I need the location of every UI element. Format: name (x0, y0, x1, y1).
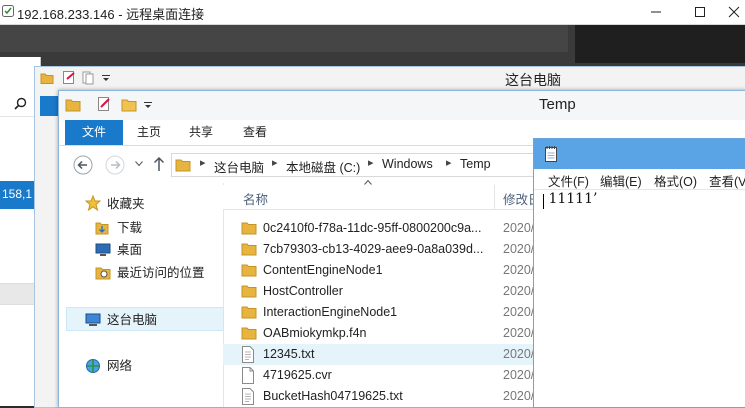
column-name-header[interactable]: 名称 (243, 189, 268, 208)
folder-icon (241, 327, 257, 340)
file-date: 2020/ (503, 326, 535, 340)
folder-icon (65, 99, 81, 112)
desktop-icon (95, 243, 111, 256)
nav-favorites[interactable]: 收藏夹 (107, 194, 145, 214)
tab-home[interactable]: 主页 (129, 120, 169, 145)
notepad-menubar: 文件(F) 编辑(E) 格式(O) 查看(V (534, 169, 745, 190)
recent-places-icon (95, 267, 111, 280)
menu-edit[interactable]: 编辑(E) (600, 171, 642, 190)
search-icon[interactable] (14, 97, 27, 110)
rdp-titlebar: 192.168.233.146 - 远程桌面连接 (0, 0, 745, 25)
nav-recent-places[interactable]: 最近访问的位置 (117, 263, 205, 283)
breadcrumb-separator-icon[interactable]: ▸ (272, 156, 278, 169)
new-folder-icon[interactable] (121, 97, 137, 113)
properties-icon[interactable] (62, 70, 76, 85)
menu-file[interactable]: 文件(F) (548, 171, 589, 190)
text-file-icon (242, 388, 254, 405)
file-name: ContentEngineNode1 (263, 263, 383, 277)
folder-icon (241, 264, 257, 277)
notepad-icon (545, 146, 557, 162)
file-date: 2020/ (503, 368, 535, 382)
rdp-window-title: 192.168.233.146 - 远程桌面连接 (17, 7, 205, 22)
folder-icon (241, 306, 257, 319)
sort-arrow-icon (364, 180, 372, 185)
downloads-icon (95, 222, 109, 235)
background-row-text: 158,1 (2, 187, 33, 201)
nav-this-pc[interactable]: 这台电脑 (107, 310, 157, 330)
tab-file[interactable]: 文件 (65, 120, 123, 145)
file-date: 2020/ (503, 389, 535, 403)
file-name: 4719625.cvr (263, 368, 332, 382)
file-name: 12345.txt (263, 347, 315, 361)
quick-access-dropdown-icon[interactable] (143, 102, 153, 109)
background-window-strip (0, 25, 568, 52)
breadcrumb-separator-icon[interactable]: ▸ (446, 156, 452, 169)
recent-locations-chevron-icon[interactable] (135, 161, 143, 167)
menu-view[interactable]: 查看(V (709, 171, 745, 190)
breadcrumb-temp[interactable]: Temp (460, 157, 491, 171)
forward-arrow-icon[interactable] (105, 155, 125, 175)
tab-share[interactable]: 共享 (181, 120, 221, 145)
properties-icon[interactable] (97, 96, 111, 112)
file-name: InteractionEngineNode1 (263, 305, 398, 319)
file-date: 2020/ (503, 221, 535, 235)
up-arrow-icon[interactable] (153, 156, 165, 172)
notepad-text-area[interactable]: 11111’ (544, 191, 597, 207)
breadcrumb-windows[interactable]: Windows (382, 157, 433, 171)
network-icon (86, 359, 100, 373)
close-icon (728, 6, 739, 18)
menu-format[interactable]: 格式(O) (654, 171, 697, 190)
notepad-titlebar[interactable] (534, 139, 745, 169)
file-date: 2020/ (503, 347, 535, 361)
breadcrumb-separator-icon[interactable]: ▸ (200, 156, 206, 169)
back-arrow-icon[interactable] (73, 155, 93, 175)
nav-desktop[interactable]: 桌面 (117, 240, 142, 260)
nav-downloads[interactable]: 下载 (117, 218, 142, 238)
file-icon (242, 367, 254, 384)
explorer-titlebar: Temp (59, 91, 745, 120)
tab-view[interactable]: 查看 (235, 120, 275, 145)
navigation-pane (59, 183, 224, 407)
file-name: 7cb79303-cb13-4029-aee9-0a8a039d... (263, 242, 484, 256)
file-date: 2020/ (503, 242, 535, 256)
folder-icon (241, 222, 257, 235)
rdp-connection-icon (2, 5, 14, 17)
breadcrumb-local-disk[interactable]: 本地磁盘 (C:) (286, 157, 360, 176)
folder-icon (175, 159, 191, 172)
folder-icon (241, 243, 257, 256)
close-button[interactable] (722, 0, 745, 24)
quick-access-dropdown-icon[interactable] (101, 75, 111, 82)
favorites-star-icon (85, 195, 101, 211)
file-date: 2020/ (503, 284, 535, 298)
this-pc-icon (85, 313, 101, 326)
breadcrumb-separator-icon[interactable]: ▸ (368, 156, 374, 169)
background-panel (575, 25, 745, 63)
folder-icon (241, 285, 257, 298)
file-name: 0c2410f0-f78a-11dc-95ff-0800200c9a... (263, 221, 482, 235)
file-date: 2020/ (503, 263, 535, 277)
file-date: 2020/ (503, 305, 535, 319)
maximize-icon (695, 7, 705, 17)
file-name: OABmiokymkp.f4n (263, 326, 367, 340)
nav-network[interactable]: 网络 (107, 356, 132, 376)
file-name: BucketHash04719625.txt (263, 389, 403, 403)
explorer-window-title: Temp (539, 96, 576, 113)
back-window-title: 这台电脑 (505, 72, 561, 88)
text-file-icon (242, 346, 254, 363)
column-divider[interactable] (494, 185, 495, 209)
minimize-button[interactable] (634, 0, 678, 24)
breadcrumb-this-pc[interactable]: 这台电脑 (214, 157, 264, 176)
minimize-icon (651, 11, 661, 13)
folder-icon (40, 73, 54, 84)
notepad-window[interactable]: 文件(F) 编辑(E) 格式(O) 查看(V 11111’ (533, 138, 745, 408)
back-ribbon-file-tab[interactable] (40, 96, 60, 116)
file-name: HostController (263, 284, 343, 298)
maximize-button[interactable] (678, 0, 722, 24)
new-folder-icon[interactable] (81, 71, 95, 85)
